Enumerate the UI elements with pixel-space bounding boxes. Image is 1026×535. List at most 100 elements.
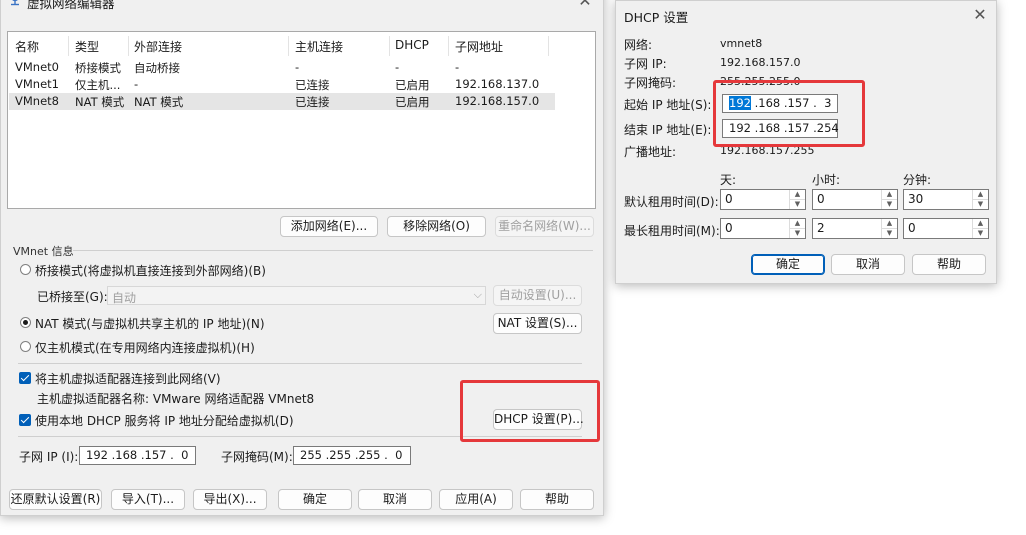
main-titlebar[interactable]: 虚拟网络编辑器 ✕ <box>1 0 603 15</box>
col-header-name[interactable]: 名称 <box>15 38 39 56</box>
vmnet-info-group-label: VMnet 信息 <box>13 245 74 258</box>
remove-network-button[interactable]: 移除网络(O) <box>387 216 486 237</box>
main-title: 虚拟网络编辑器 <box>27 0 115 11</box>
spinner-buttons[interactable]: ▲ ▼ <box>972 190 988 209</box>
arrow-up-icon[interactable]: ▲ <box>973 219 988 228</box>
use-dhcp-checkbox[interactable] <box>19 414 31 426</box>
max-lease-days-spinner[interactable]: 0 ▲ ▼ <box>720 218 806 239</box>
spinner-buttons[interactable]: ▲ ▼ <box>881 190 897 209</box>
chevron-down-icon: ⌵ <box>473 288 482 301</box>
nat-mode-label[interactable]: NAT 模式(与虚拟机共享主机的 IP 地址)(N) <box>35 315 265 332</box>
arrow-down-icon[interactable]: ▼ <box>973 228 988 238</box>
col-separator <box>548 36 549 56</box>
col-header-host[interactable]: 主机连接 <box>295 38 343 56</box>
auto-settings-button[interactable]: 自动设置(U)... <box>493 285 582 306</box>
network-table[interactable]: 名称 类型 外部连接 主机连接 DHCP 子网地址 VMnet0 桥接模式 自动… <box>7 31 596 209</box>
highlight-box-ip-range <box>713 80 865 147</box>
max-lease-hours-spinner[interactable]: 2 ▲ ▼ <box>812 218 898 239</box>
arrow-down-icon[interactable]: ▼ <box>790 228 805 238</box>
table-row[interactable]: VMnet0 桥接模式 自动桥接 - - - <box>9 59 555 76</box>
arrow-down-icon[interactable]: ▼ <box>973 199 988 209</box>
main-close-icon[interactable]: ✕ <box>573 0 597 13</box>
import-button[interactable]: 导入(T)... <box>111 489 185 510</box>
host-only-radio[interactable] <box>20 341 31 352</box>
connect-adapter-checkbox[interactable] <box>19 372 31 384</box>
connect-adapter-label[interactable]: 将主机虚拟适配器连接到此网络(V) <box>35 370 221 387</box>
arrow-down-icon[interactable]: ▼ <box>882 228 897 238</box>
restore-defaults-button[interactable]: 还原默认设置(R) <box>9 489 102 510</box>
nat-settings-button[interactable]: NAT 设置(S)... <box>493 313 582 334</box>
spinner-buttons[interactable]: ▲ ▼ <box>789 190 805 209</box>
cell-type: NAT 模式 <box>75 95 125 109</box>
cell-host: 已连接 <box>295 78 330 92</box>
dhcp-title: DHCP 设置 <box>624 10 689 25</box>
subnet-ip-label: 子网 IP (I): <box>19 450 79 464</box>
spinner-buttons[interactable]: ▲ ▼ <box>789 219 805 238</box>
col-header-external[interactable]: 外部连接 <box>134 38 182 56</box>
spinner-buttons[interactable]: ▲ ▼ <box>972 219 988 238</box>
cell-dhcp: 已启用 <box>395 95 430 109</box>
cell-host: 已连接 <box>295 95 330 109</box>
spinner-buttons[interactable]: ▲ ▼ <box>881 219 897 238</box>
cell-subnet: - <box>455 60 460 74</box>
rename-network-button[interactable]: 重命名网络(W)... <box>495 216 594 237</box>
ok-button[interactable]: 确定 <box>278 489 352 510</box>
nat-mode-radio[interactable] <box>20 317 31 328</box>
default-lease-days-spinner[interactable]: 0 ▲ ▼ <box>720 189 806 210</box>
bridged-to-value: 自动 <box>112 291 137 305</box>
cell-type: 仅主机... <box>75 78 121 92</box>
col-separator <box>68 36 69 56</box>
end-ip-label: 结束 IP 地址(E): <box>624 123 712 137</box>
cancel-button[interactable]: 取消 <box>358 489 432 510</box>
default-lease-hours-spinner[interactable]: 0 ▲ ▼ <box>812 189 898 210</box>
dhcp-help-button[interactable]: 帮助 <box>912 254 986 275</box>
col-header-dhcp[interactable]: DHCP <box>395 38 429 56</box>
spinner-value: 2 <box>817 221 825 235</box>
help-button[interactable]: 帮助 <box>520 489 594 510</box>
bridged-mode-radio[interactable] <box>20 264 31 275</box>
apply-button[interactable]: 应用(A) <box>439 489 513 510</box>
cell-name: VMnet1 <box>15 77 59 91</box>
arrow-up-icon[interactable]: ▲ <box>882 219 897 228</box>
arrow-up-icon[interactable]: ▲ <box>973 190 988 199</box>
app-icon <box>11 0 19 6</box>
cell-external: 自动桥接 <box>134 61 180 75</box>
network-label: 网络: <box>624 38 653 52</box>
add-network-button[interactable]: 添加网络(E)... <box>280 216 378 237</box>
col-separator <box>448 36 449 56</box>
col-separator <box>128 36 129 56</box>
col-header-type[interactable]: 类型 <box>75 38 99 56</box>
spinner-value: 0 <box>725 192 733 206</box>
bridged-to-select[interactable]: 自动 ⌵ <box>107 286 486 305</box>
max-lease-minutes-spinner[interactable]: 0 ▲ ▼ <box>903 218 989 239</box>
arrow-up-icon[interactable]: ▲ <box>790 190 805 199</box>
bridged-mode-label[interactable]: 桥接模式(将虚拟机直接连接到外部网络)(B) <box>35 262 266 279</box>
arrow-down-icon[interactable]: ▼ <box>790 199 805 209</box>
subnet-ip-input[interactable]: 192 .168 .157 . 0 <box>79 446 196 465</box>
highlight-box-dhcp-button <box>460 380 600 442</box>
dhcp-subnet-ip-label: 子网 IP: <box>624 57 667 71</box>
cell-host: - <box>295 60 300 74</box>
default-lease-label: 默认租用时间(D): <box>624 195 719 209</box>
use-dhcp-label[interactable]: 使用本地 DHCP 服务将 IP 地址分配给虚拟机(D) <box>35 412 294 429</box>
dhcp-cancel-button[interactable]: 取消 <box>831 254 905 275</box>
arrow-down-icon[interactable]: ▼ <box>882 199 897 209</box>
subnet-mask-input[interactable]: 255 .255 .255 . 0 <box>293 446 411 465</box>
dhcp-close-icon[interactable]: ✕ <box>968 3 992 27</box>
arrow-up-icon[interactable]: ▲ <box>882 190 897 199</box>
default-lease-minutes-spinner[interactable]: 30 ▲ ▼ <box>903 189 989 210</box>
cell-name: VMnet0 <box>15 60 59 74</box>
network-value: vmnet8 <box>720 37 763 50</box>
spinner-value: 0 <box>817 192 825 206</box>
host-only-label[interactable]: 仅主机模式(在专用网络内连接虚拟机)(H) <box>35 339 255 356</box>
cell-dhcp: - <box>395 60 400 74</box>
section-divider <box>18 363 582 364</box>
dhcp-ok-button[interactable]: 确定 <box>751 254 825 275</box>
dhcp-titlebar[interactable]: DHCP 设置 ✕ <box>616 1 996 29</box>
export-button[interactable]: 导出(X)... <box>193 489 267 510</box>
table-row[interactable]: VMnet1 仅主机... - 已连接 已启用 192.168.137.0 <box>9 76 555 93</box>
col-header-subnet[interactable]: 子网地址 <box>455 38 503 56</box>
minute-column-label: 分钟: <box>903 173 932 187</box>
arrow-up-icon[interactable]: ▲ <box>790 219 805 228</box>
table-row-selected[interactable]: VMnet8 NAT 模式 NAT 模式 已连接 已启用 192.168.157… <box>9 93 555 110</box>
